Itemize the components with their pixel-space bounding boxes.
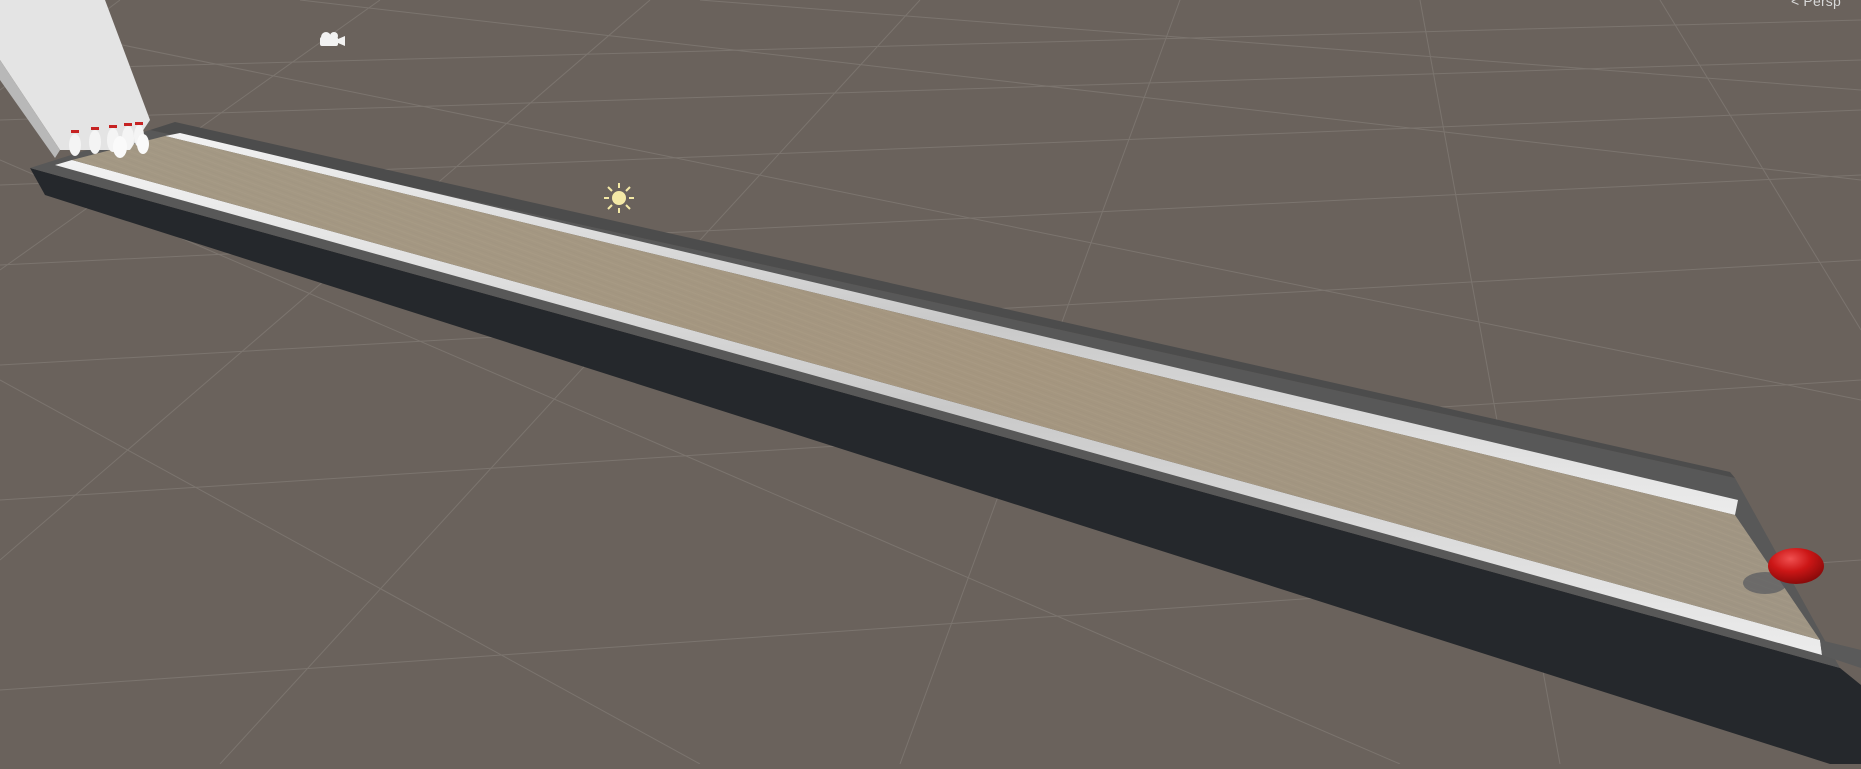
scene-viewport[interactable]: < Persp <box>0 0 1861 765</box>
projection-label-text: Persp <box>1803 0 1841 9</box>
scene-svg <box>0 0 1861 765</box>
projection-label[interactable]: < Persp <box>1791 0 1841 9</box>
chevron-left-icon: < <box>1790 0 1800 9</box>
directional-light-gizmo-icon[interactable] <box>604 183 634 213</box>
bowling-ball[interactable] <box>1768 548 1824 584</box>
